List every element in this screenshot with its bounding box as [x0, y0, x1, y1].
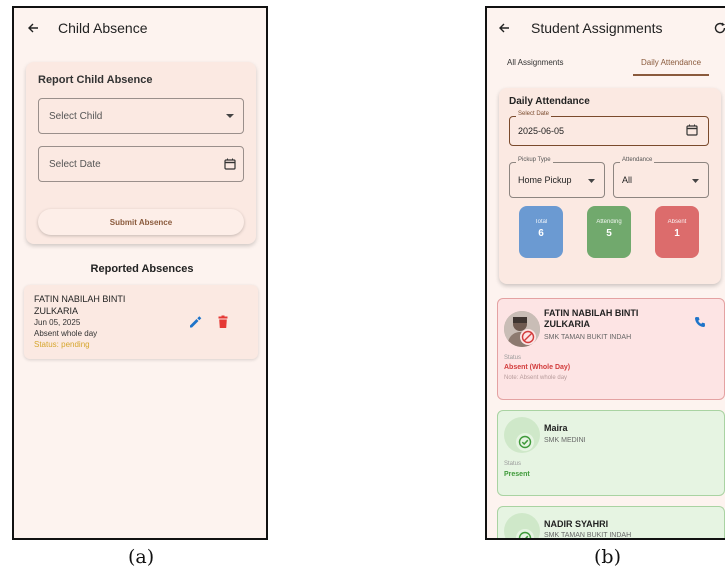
attendance-filter-dropdown[interactable]: Attendance All [613, 157, 709, 198]
stat-attending-label: Attending [596, 219, 622, 225]
student-school: SMK TAMAN BUKIT INDAH [544, 532, 632, 539]
daily-attendance-card: Daily Attendance Select Date 2025-06-05 … [499, 88, 721, 284]
report-absence-card: Report Child Absence Select Child Select… [26, 62, 256, 244]
stat-attending-value: 5 [606, 228, 612, 239]
child-absence-screen: Child Absence Report Child Absence Selec… [12, 6, 268, 540]
caption-a: (a) [128, 546, 155, 568]
select-date-field[interactable]: Select Date [38, 146, 244, 182]
student-card-partial[interactable]: NADIR SYAHRI SMK TAMAN BUKIT INDAH [497, 506, 725, 539]
select-child-placeholder: Select Child [49, 110, 103, 122]
tab-all-assignments[interactable]: All Assignments [507, 58, 563, 67]
card-title: Report Child Absence [38, 74, 153, 86]
delete-trash-icon[interactable] [216, 315, 230, 329]
student-name-line1: FATIN NABILAH BINTI [34, 294, 126, 304]
student-name: FATIN NABILAH BINTI ZULKARIA [544, 308, 638, 330]
dropdown-arrow-icon [217, 113, 243, 119]
stat-total: Total 6 [519, 206, 563, 258]
back-arrow-icon[interactable] [497, 21, 511, 35]
tab-daily-attendance[interactable]: Daily Attendance [641, 58, 701, 67]
student-name: FATIN NABILAH BINTI ZULKARIA [34, 293, 184, 317]
absence-status: Status: pending [34, 340, 90, 349]
stat-absent: Absent 1 [655, 206, 699, 258]
reported-absences-heading: Reported Absences [90, 263, 194, 275]
dropdown-arrow-icon [692, 175, 708, 185]
card-title: Daily Attendance [509, 96, 590, 107]
status-label: Status [504, 355, 522, 361]
stat-total-label: Total [534, 219, 548, 225]
edit-pencil-icon[interactable] [188, 315, 202, 329]
page-title: Student Assignments [531, 20, 663, 36]
calendar-icon[interactable] [217, 158, 243, 170]
student-name-line2: ZULKARIA [34, 306, 79, 316]
student-school: SMK MEDINI [544, 437, 586, 444]
check-circle-icon [516, 433, 534, 451]
student-assignments-screen: Student Assignments All Assignments Dail… [485, 6, 725, 540]
stat-absent-label: Absent [667, 219, 687, 225]
calendar-icon[interactable] [686, 124, 708, 138]
dropdown-arrow-icon [588, 175, 604, 185]
back-arrow-icon[interactable] [26, 21, 40, 35]
date-field[interactable]: Select Date 2025-06-05 [509, 111, 709, 146]
status-value: Present [504, 471, 530, 478]
status-value: Absent (Whole Day) [504, 364, 571, 371]
student-name: NADIR SYAHRI [544, 519, 609, 529]
student-card-absent[interactable]: FATIN NABILAH BINTI ZULKARIA SMK TAMAN B… [497, 298, 725, 400]
student-card-present[interactable]: Maira SMK MEDINI Status Present [497, 410, 725, 496]
app-bar: Child Absence [14, 8, 266, 48]
absence-date: Jun 05, 2025 [34, 318, 81, 327]
attendance-filter-value: All [622, 175, 633, 185]
attendance-filter-label: Attendance [620, 157, 655, 163]
pickup-type-value: Home Pickup [518, 175, 572, 185]
refresh-icon[interactable] [713, 21, 725, 35]
student-name: Maira [544, 423, 568, 433]
page-title: Child Absence [58, 20, 148, 36]
status-label: Status [504, 461, 522, 467]
caption-b: (b) [594, 546, 621, 568]
absence-list-item[interactable]: FATIN NABILAH BINTI ZULKARIA Jun 05, 202… [24, 285, 258, 359]
stat-total-value: 6 [538, 228, 544, 239]
pickup-type-label: Pickup Type [516, 157, 553, 163]
absence-note: Note: Absent whole day [504, 375, 568, 381]
student-name-line2: ZULKARIA [544, 319, 590, 329]
tab-bar: All Assignments Daily Attendance [487, 52, 725, 78]
student-school: SMK TAMAN BUKIT INDAH [544, 334, 632, 341]
stat-attending: Attending 5 [587, 206, 631, 258]
student-name-line1: FATIN NABILAH BINTI [544, 308, 639, 318]
check-circle-icon [516, 529, 534, 538]
date-value: 2025-06-05 [518, 126, 565, 136]
select-date-placeholder: Select Date [49, 158, 101, 170]
select-child-dropdown[interactable]: Select Child [38, 98, 244, 134]
submit-absence-button[interactable]: Submit Absence [38, 209, 244, 235]
absent-badge-icon [520, 329, 536, 345]
stat-absent-value: 1 [674, 228, 680, 239]
phone-icon[interactable] [694, 315, 706, 327]
pickup-type-dropdown[interactable]: Pickup Type Home Pickup [509, 157, 605, 198]
app-bar: Student Assignments [487, 8, 725, 48]
date-field-label: Select Date [516, 111, 552, 117]
active-tab-indicator [633, 74, 709, 76]
absence-reason: Absent whole day [34, 329, 98, 338]
